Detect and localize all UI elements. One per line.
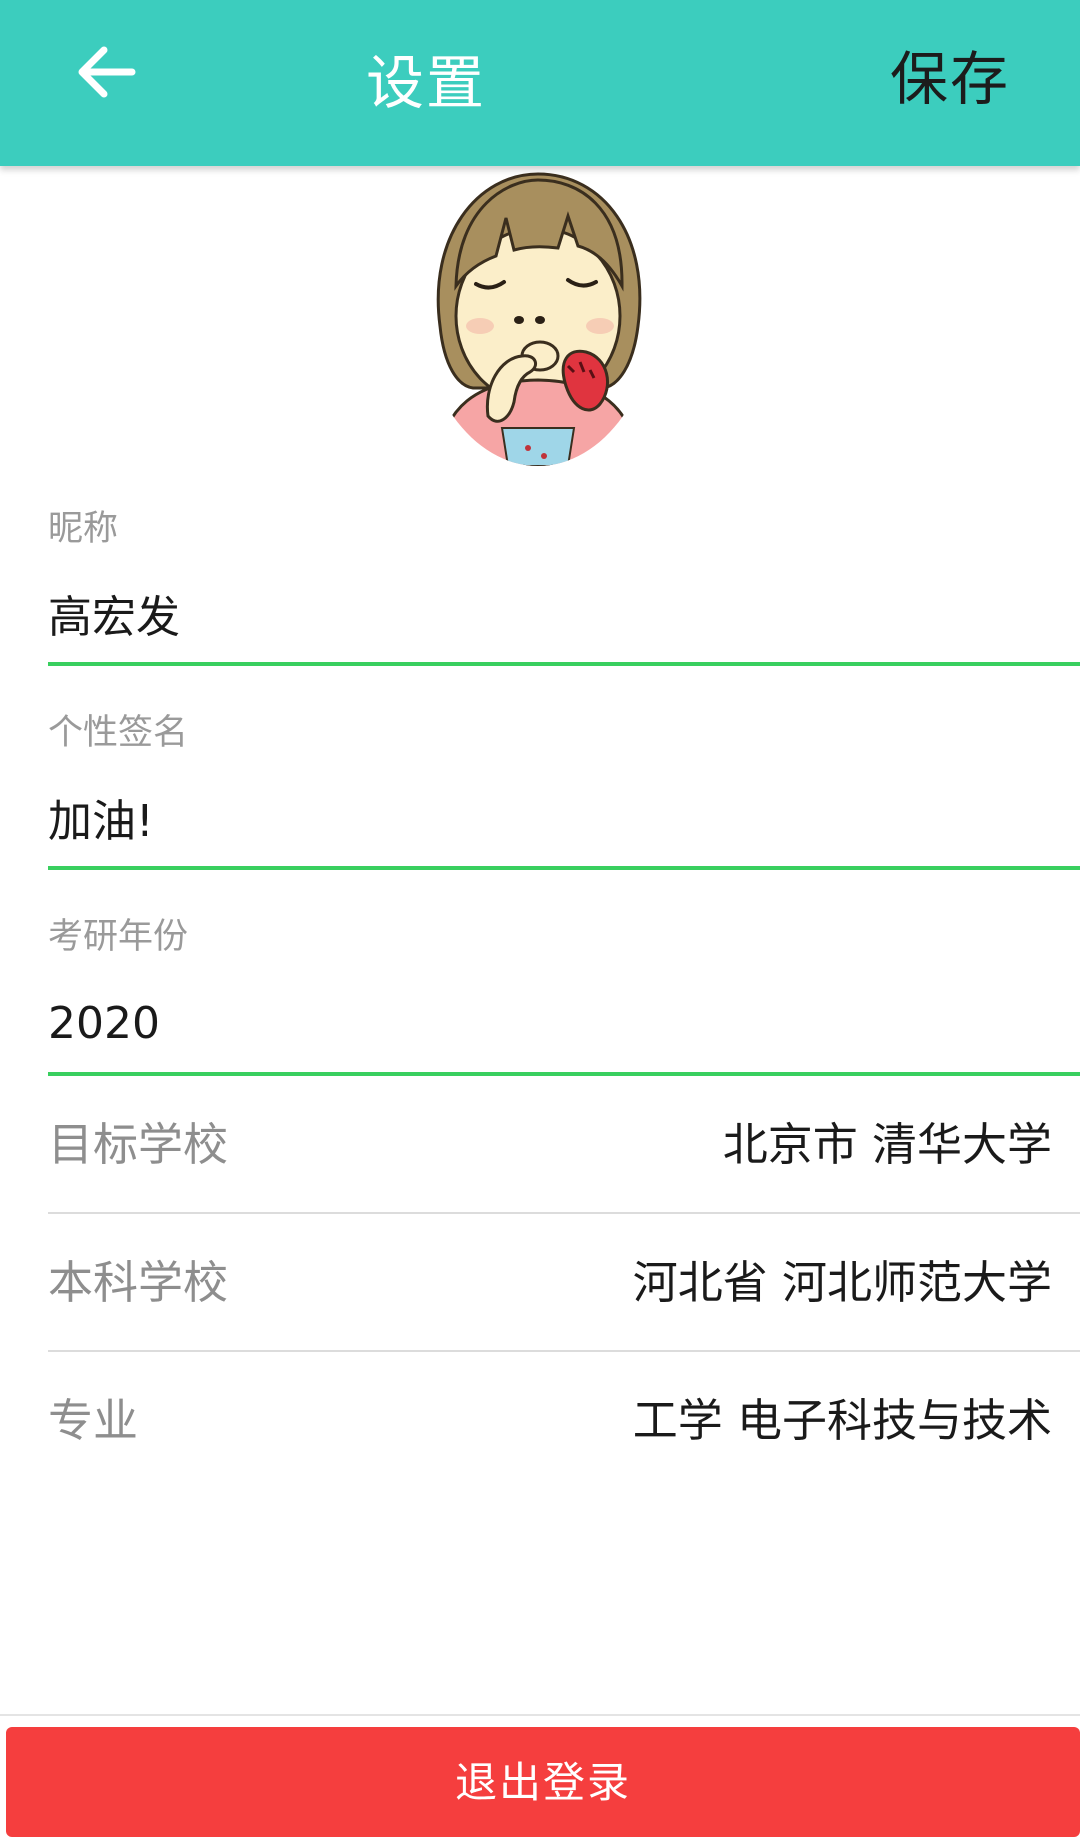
avatar[interactable] — [418, 166, 658, 466]
nickname-field: 昵称 — [48, 500, 1080, 670]
app-header: 设置 保存 — [0, 0, 1080, 166]
nickname-underline — [48, 662, 1080, 666]
undergrad-school-row[interactable]: 本科学校 河北省 河北师范大学 — [48, 1214, 1080, 1352]
signature-underline — [48, 866, 1080, 870]
major-value: 工学 电子科技与技术 — [632, 1394, 1052, 1447]
arrow-left-icon — [78, 46, 136, 98]
target-school-label: 目标学校 — [48, 1118, 229, 1171]
target-school-row[interactable]: 目标学校 北京市 清华大学 — [48, 1076, 1080, 1214]
signature-field: 个性签名 — [48, 704, 1080, 874]
settings-page: 设置 保存 昵称 高宏发 个性签名 加油! 考研年份 2020 目标学校 北京市… — [0, 0, 1080, 1848]
undergrad-school-value: 河北省 河北师范大学 — [632, 1256, 1052, 1309]
footer-divider — [0, 1714, 1080, 1716]
nickname-input[interactable] — [48, 578, 1048, 648]
exam-year-input[interactable] — [48, 988, 1048, 1058]
save-button[interactable]: 保存 — [890, 44, 1010, 114]
exam-year-label: 考研年份 — [48, 917, 189, 957]
major-label: 专业 — [48, 1394, 139, 1447]
signature-input[interactable] — [48, 782, 1048, 852]
nickname-label: 昵称 — [48, 509, 119, 549]
exam-year-field: 考研年份 — [48, 908, 1080, 1078]
cartoon-girl-image — [436, 172, 642, 466]
page-title: 设置 — [366, 49, 487, 117]
undergrad-school-label: 本科学校 — [48, 1256, 229, 1309]
back-button[interactable] — [74, 40, 138, 104]
logout-button[interactable]: 退出登录 — [6, 1727, 1080, 1837]
signature-label: 个性签名 — [48, 713, 189, 753]
major-row[interactable]: 专业 工学 电子科技与技术 — [48, 1352, 1080, 1490]
target-school-value: 北京市 清华大学 — [722, 1118, 1052, 1171]
